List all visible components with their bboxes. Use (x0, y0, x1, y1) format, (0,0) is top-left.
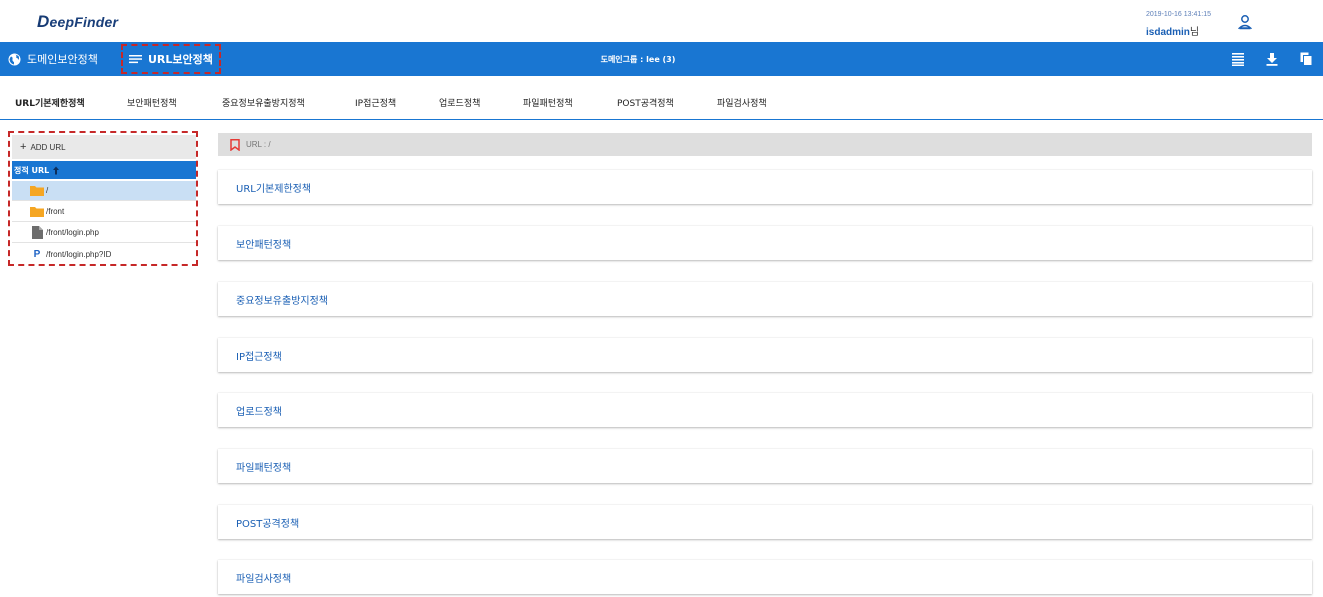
tab-ip-access[interactable]: IP접근정책 (355, 96, 396, 109)
parameter-icon: P (33, 248, 41, 260)
bookmark-icon (230, 138, 240, 151)
section-file-pattern[interactable]: 파일패턴정책 (218, 449, 1312, 483)
download-icon[interactable] (1266, 52, 1278, 66)
logo[interactable]: DeepFinder (37, 12, 118, 32)
folder-icon (30, 206, 44, 217)
tree-header[interactable]: 정적 URL (12, 161, 196, 179)
logo-initial: D (37, 12, 50, 31)
username-value: isdadmin (1146, 27, 1190, 38)
nav-tools (1232, 42, 1313, 76)
policy-tabs: URL기본제한정책 보안패턴정책 중요정보유출방지정책 IP접근정책 업로드정책… (0, 76, 1323, 120)
section-file-inspection[interactable]: 파일검사정책 (218, 560, 1312, 594)
logo-text: eepFinder (49, 14, 119, 30)
app-root: DeepFinder 2019-10-16 13:41:15 isdadmin님… (0, 0, 1323, 597)
tab-post-attack[interactable]: POST공격정책 (617, 96, 674, 109)
username: isdadmin님 (1146, 23, 1199, 38)
tree-item-login-php-id[interactable]: P /front/login.php?ID (12, 244, 196, 264)
tree-item-root[interactable]: / (12, 181, 196, 201)
nav-bar: 도메인보안정책 URL보안정책 도메인그룹 : lee (3) (0, 42, 1323, 76)
username-suffix: 님 (1189, 27, 1200, 38)
tree-item-label: /front (46, 207, 65, 216)
current-datetime: 2019-10-16 13:41:15 (1146, 11, 1211, 18)
list-icon[interactable] (1232, 52, 1244, 66)
tree-header-label: 정적 URL (14, 165, 50, 175)
top-header: DeepFinder 2019-10-16 13:41:15 isdadmin님 (0, 0, 1323, 42)
add-url-label: ADD URL (30, 142, 66, 152)
file-icon (30, 226, 44, 239)
copy-icon[interactable] (1300, 52, 1313, 66)
plus-icon: + (20, 141, 27, 153)
tab-url-basic[interactable]: URL기본제한정책 (15, 96, 85, 109)
section-data-leak-prevention[interactable]: 중요정보유출방지정책 (218, 282, 1312, 316)
tree-item-login-php[interactable]: /front/login.php (12, 223, 196, 243)
section-upload[interactable]: 업로드정책 (218, 393, 1312, 427)
url-tree-panel: + ADD URL 정적 URL / /front /front/login.p… (8, 131, 198, 266)
current-path: URL : / (246, 140, 271, 149)
tree-item-label: /front/login.php (46, 228, 99, 237)
section-url-basic[interactable]: URL기본제한정책 (218, 170, 1312, 204)
tab-data-leak-prevention[interactable]: 중요정보유출방지정책 (222, 96, 305, 109)
sort-arrow-icon (53, 166, 60, 174)
user-icon[interactable] (1238, 14, 1252, 30)
tree-item-front[interactable]: /front (12, 202, 196, 222)
tab-upload[interactable]: 업로드정책 (439, 96, 480, 109)
tree-item-label: / (46, 186, 49, 195)
folder-icon (30, 185, 44, 196)
tab-security-pattern[interactable]: 보안패턴정책 (127, 96, 177, 109)
tab-file-pattern[interactable]: 파일패턴정책 (523, 96, 573, 109)
section-post-attack[interactable]: POST공격정책 (218, 505, 1312, 539)
domain-group-label: 도메인그룹 : lee (3) (600, 54, 676, 64)
add-url-button[interactable]: + ADD URL (12, 135, 196, 159)
tree-item-label: /front/login.php?ID (46, 249, 112, 259)
tab-file-inspection[interactable]: 파일검사정책 (717, 96, 767, 109)
section-ip-access[interactable]: IP접근정책 (218, 338, 1312, 372)
current-path-bar: URL : / (218, 133, 1312, 156)
section-security-pattern[interactable]: 보안패턴정책 (218, 226, 1312, 260)
